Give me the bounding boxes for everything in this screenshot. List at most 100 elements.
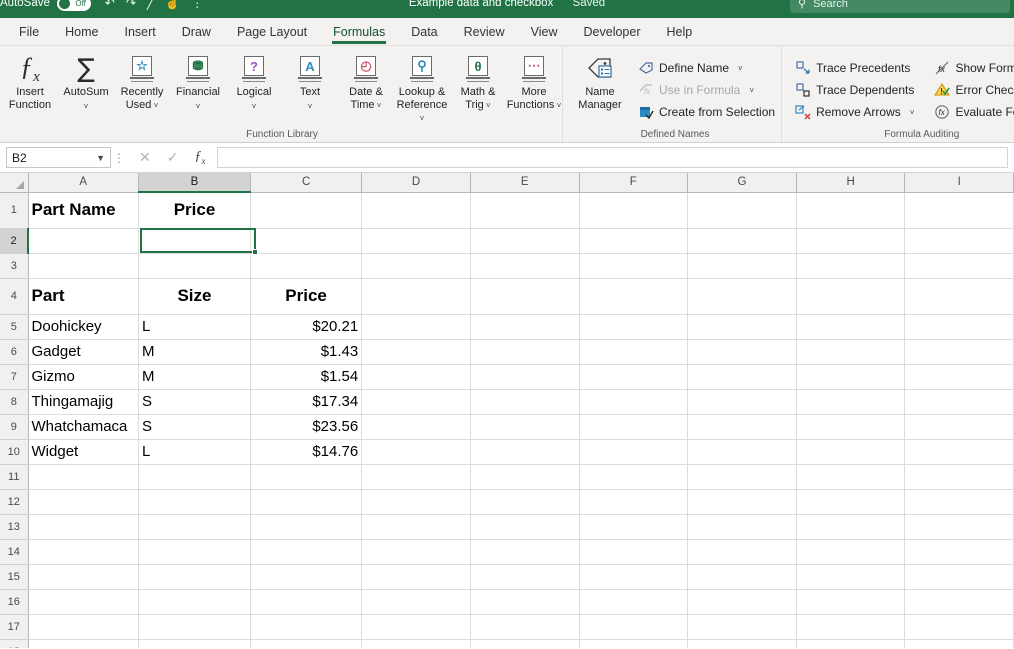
- chevron-down-icon[interactable]: ˅: [308, 102, 313, 111]
- cell-E10[interactable]: [470, 439, 580, 465]
- cell-F15[interactable]: [579, 564, 689, 590]
- column-header-B[interactable]: B: [138, 173, 251, 193]
- cell-D13[interactable]: [361, 514, 471, 540]
- cell-F11[interactable]: [579, 464, 689, 490]
- cell-E5[interactable]: [470, 314, 580, 340]
- row-header-7[interactable]: 7: [0, 364, 29, 390]
- tab-data[interactable]: Data: [398, 18, 450, 46]
- row-header-18[interactable]: 18: [0, 639, 29, 648]
- cell-H18[interactable]: [796, 639, 906, 648]
- row-header-9[interactable]: 9: [0, 414, 29, 440]
- cell-A1[interactable]: Part Name: [28, 192, 140, 229]
- cell-B14[interactable]: [138, 539, 251, 565]
- trace-precedents-button[interactable]: Trace Precedents: [791, 57, 920, 79]
- cell-H15[interactable]: [796, 564, 906, 590]
- cell-G4[interactable]: [687, 278, 797, 315]
- cell-I8[interactable]: [904, 389, 1014, 415]
- cell-D12[interactable]: [361, 489, 471, 515]
- tab-view[interactable]: View: [518, 18, 571, 46]
- cell-A4[interactable]: Part: [28, 278, 140, 315]
- cell-D17[interactable]: [361, 614, 471, 640]
- cell-G15[interactable]: [687, 564, 797, 590]
- cell-H13[interactable]: [796, 514, 906, 540]
- row-header-8[interactable]: 8: [0, 389, 29, 415]
- cell-F16[interactable]: [579, 589, 689, 615]
- cell-I1[interactable]: [904, 192, 1014, 229]
- cell-B4[interactable]: Size: [138, 278, 251, 315]
- cell-H11[interactable]: [796, 464, 906, 490]
- cell-I16[interactable]: [904, 589, 1014, 615]
- cell-C3[interactable]: [250, 253, 363, 279]
- insert-function-button[interactable]: ƒx Insert Function: [2, 50, 58, 127]
- cell-G17[interactable]: [687, 614, 797, 640]
- trace-dependents-button[interactable]: Trace Dependents: [791, 79, 920, 101]
- name-box[interactable]: B2 ▼: [6, 147, 111, 168]
- cell-A18[interactable]: [28, 639, 140, 648]
- show-formulas-button[interactable]: fx Show Formulas: [930, 57, 1014, 79]
- cell-F1[interactable]: [579, 192, 689, 229]
- formula-input[interactable]: [217, 147, 1008, 168]
- cell-B13[interactable]: [138, 514, 251, 540]
- enter-check-icon[interactable]: ✓: [167, 149, 179, 166]
- cell-A15[interactable]: [28, 564, 140, 590]
- cell-E12[interactable]: [470, 489, 580, 515]
- tab-insert[interactable]: Insert: [112, 18, 169, 46]
- row-header-12[interactable]: 12: [0, 489, 29, 515]
- cell-I5[interactable]: [904, 314, 1014, 340]
- cell-F5[interactable]: [579, 314, 689, 340]
- cell-E16[interactable]: [470, 589, 580, 615]
- tab-home[interactable]: Home: [52, 18, 111, 46]
- cell-H3[interactable]: [796, 253, 906, 279]
- cell-G10[interactable]: [687, 439, 797, 465]
- cell-E2[interactable]: [470, 228, 580, 254]
- row-header-2[interactable]: 2: [0, 228, 30, 254]
- cell-C13[interactable]: [250, 514, 363, 540]
- cell-G1[interactable]: [687, 192, 797, 229]
- cell-F8[interactable]: [579, 389, 689, 415]
- cell-C14[interactable]: [250, 539, 363, 565]
- cell-G14[interactable]: [687, 539, 797, 565]
- cell-B5[interactable]: L: [138, 314, 251, 340]
- select-all-corner[interactable]: [0, 173, 29, 193]
- name-box-resize-grip[interactable]: ⋮: [111, 151, 127, 165]
- cell-I10[interactable]: [904, 439, 1014, 465]
- cell-G18[interactable]: [687, 639, 797, 648]
- financial-button[interactable]: ⛃ Financial ˅: [170, 50, 226, 127]
- cell-I7[interactable]: [904, 364, 1014, 390]
- cell-D15[interactable]: [361, 564, 471, 590]
- lookup-reference-button[interactable]: ⚲ Lookup & Reference ˅: [394, 50, 450, 127]
- column-header-H[interactable]: H: [796, 173, 906, 193]
- cell-C12[interactable]: [250, 489, 363, 515]
- cell-C10[interactable]: $14.76: [250, 439, 363, 465]
- cell-I12[interactable]: [904, 489, 1014, 515]
- cell-G6[interactable]: [687, 339, 797, 365]
- define-name-button[interactable]: Define Name ˅: [634, 57, 781, 79]
- cell-H4[interactable]: [796, 278, 906, 315]
- cell-I18[interactable]: [904, 639, 1014, 648]
- column-header-I[interactable]: I: [904, 173, 1014, 193]
- math-trig-button[interactable]: θ Math & Trig ˅: [450, 50, 506, 127]
- cell-B3[interactable]: [138, 253, 251, 279]
- cell-D5[interactable]: [361, 314, 471, 340]
- column-header-C[interactable]: C: [250, 173, 363, 193]
- cell-B8[interactable]: S: [138, 389, 251, 415]
- cell-D18[interactable]: [361, 639, 471, 648]
- cell-H9[interactable]: [796, 414, 906, 440]
- cell-A17[interactable]: [28, 614, 140, 640]
- error-checking-button[interactable]: !Error Checking˅: [930, 79, 1014, 101]
- cell-B12[interactable]: [138, 489, 251, 515]
- cell-E4[interactable]: [470, 278, 580, 315]
- cell-B16[interactable]: [138, 589, 251, 615]
- chevron-down-icon[interactable]: ˅: [151, 101, 159, 110]
- cell-A16[interactable]: [28, 589, 140, 615]
- cell-F4[interactable]: [579, 278, 689, 315]
- cell-D6[interactable]: [361, 339, 471, 365]
- row-header-1[interactable]: 1: [0, 192, 29, 229]
- cell-G8[interactable]: [687, 389, 797, 415]
- cell-C5[interactable]: $20.21: [250, 314, 363, 340]
- cell-A9[interactable]: Whatchamaca: [28, 414, 140, 440]
- column-header-D[interactable]: D: [361, 173, 471, 193]
- cell-A10[interactable]: Widget: [28, 439, 140, 465]
- cell-A8[interactable]: Thingamajig: [28, 389, 140, 415]
- create-from-selection-button[interactable]: Create from Selection: [634, 101, 781, 123]
